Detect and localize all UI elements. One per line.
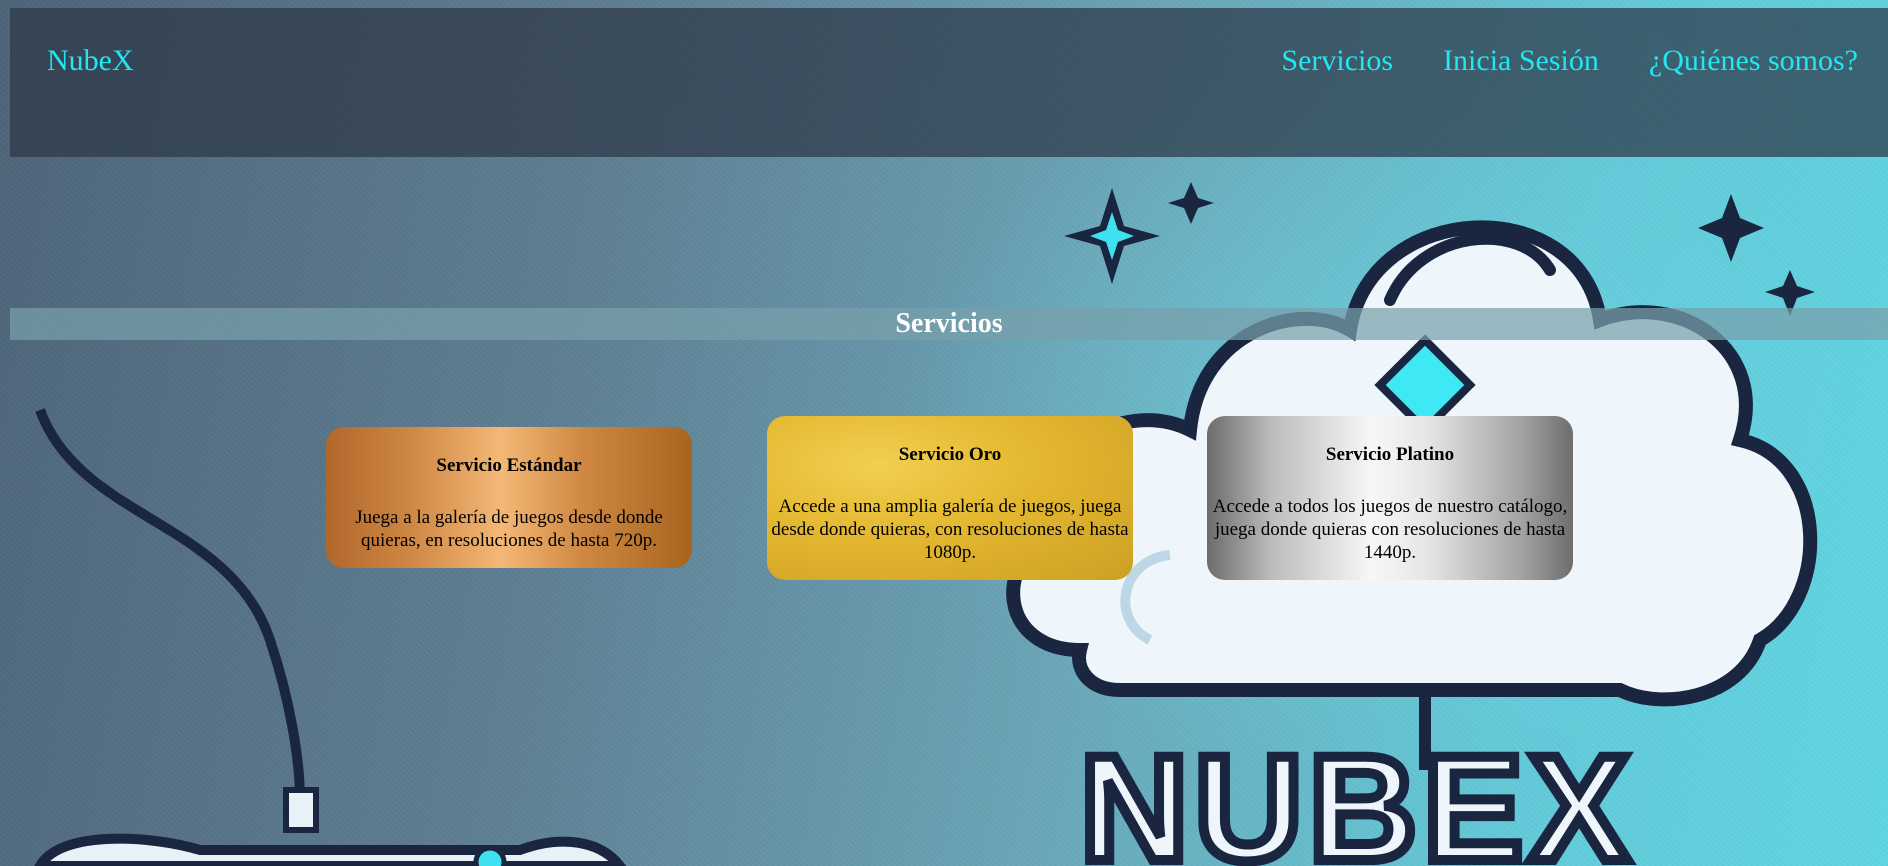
- service-card-platinum[interactable]: Servicio Platino Accede a todos los jueg…: [1207, 416, 1573, 580]
- sparkle-icon: [1064, 182, 1815, 316]
- services-section-heading-band: Servicios: [10, 308, 1888, 340]
- nav-link-inicia-sesion[interactable]: Inicia Sesión: [1443, 44, 1599, 78]
- nav-link-servicios[interactable]: Servicios: [1281, 44, 1393, 78]
- service-card-title: Servicio Oro: [898, 444, 1002, 465]
- brand-logo-link[interactable]: NubeX: [47, 44, 134, 78]
- main-nav: Servicios Inicia Sesión ¿Quiénes somos?: [1281, 44, 1858, 78]
- service-card-title: Servicio Platino: [1325, 444, 1455, 465]
- service-card-standard[interactable]: Servicio Estándar Juega a la galería de …: [326, 427, 692, 568]
- top-navigation-bar: NubeX Servicios Inicia Sesión ¿Quiénes s…: [10, 8, 1888, 157]
- services-section-title: Servicios: [895, 308, 1003, 339]
- service-card-description: Juega a la galería de juegos desde donde…: [355, 507, 663, 551]
- service-card-title: Servicio Estándar: [436, 455, 582, 476]
- controller-icon: [34, 787, 627, 866]
- service-card-description: Accede a todos los juegos de nuestro cat…: [1212, 496, 1568, 563]
- nav-link-quienes-somos[interactable]: ¿Quiénes somos?: [1649, 44, 1858, 78]
- service-card-gold[interactable]: Servicio Oro Accede a una amplia galería…: [767, 416, 1133, 580]
- logo-lettering: NUBEX: [1080, 724, 1635, 866]
- service-card-description: Accede a una amplia galería de juegos, j…: [771, 496, 1129, 563]
